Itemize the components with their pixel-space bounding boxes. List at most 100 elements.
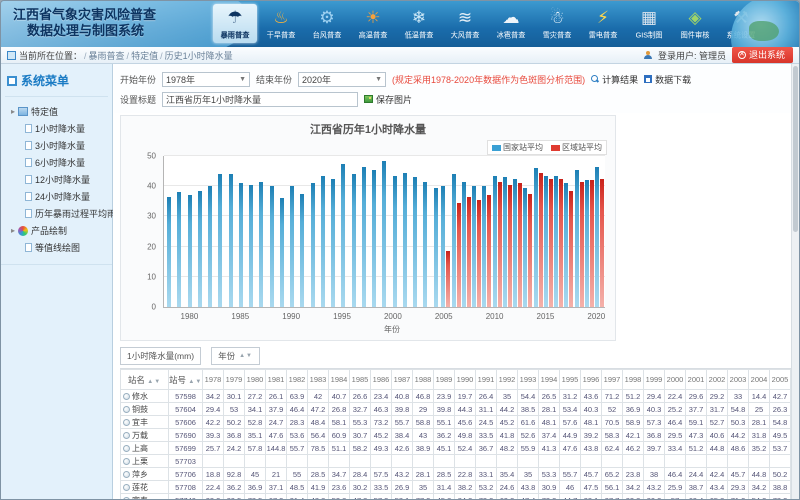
national-avg-bar	[270, 186, 274, 307]
value-cell: 48.4	[308, 416, 329, 429]
row-radio-button[interactable]	[123, 458, 130, 465]
start-year-label: 开始年份	[120, 73, 156, 86]
regional-avg-bar	[467, 197, 471, 307]
tree-leaf-label: 3小时降水量	[35, 139, 85, 152]
value-cell: 24.6	[497, 481, 518, 494]
unit-filter-button[interactable]: 1小时降水量(mm)	[120, 347, 201, 365]
vertical-scrollbar[interactable]	[791, 64, 799, 500]
row-radio-button[interactable]	[123, 445, 130, 452]
tree-leaf-item[interactable]: 24小时降水量	[5, 188, 108, 205]
regional-avg-bar	[508, 185, 512, 307]
chart-title-input[interactable]	[162, 92, 358, 107]
value-cell: 38.4	[392, 429, 413, 442]
nav-item-lightning[interactable]: ⚡雷电普查	[581, 4, 625, 43]
value-cell: 45.2	[371, 429, 392, 442]
bar-group-1988	[267, 156, 277, 307]
tree-leaf-item[interactable]: 6小时降水量	[5, 154, 108, 171]
table-row[interactable]: 上栗57703	[121, 455, 793, 468]
nav-item-gis-map[interactable]: ▦GIS制图	[627, 4, 671, 43]
tree-leaf-item[interactable]: 1小时降水量	[5, 120, 108, 137]
start-year-select[interactable]: 1978年▼	[162, 72, 250, 87]
nav-item-drought[interactable]: ♨干旱普查	[259, 4, 303, 43]
nav-item-hail[interactable]: ☁冰雹普查	[489, 4, 533, 43]
breadcrumb-item[interactable]: 历史1小时降水量	[165, 51, 233, 61]
row-radio-button[interactable]	[123, 484, 130, 491]
value-cell	[266, 455, 287, 468]
year-column-header: 1987	[392, 370, 413, 390]
row-radio-button[interactable]	[123, 497, 130, 500]
value-cell: 30.2	[350, 481, 371, 494]
value-cell	[434, 455, 455, 468]
value-cell: 24.5	[476, 416, 497, 429]
nav-item-cold[interactable]: ❄低温普查	[397, 4, 441, 43]
value-cell: 48.1	[539, 416, 560, 429]
table-row[interactable]: 万载5769039.336.835.147.653.656.460.930.74…	[121, 429, 793, 442]
value-cell	[392, 455, 413, 468]
value-cell: 43.6	[581, 390, 602, 403]
save-image-button[interactable]: 保存图片	[364, 93, 412, 106]
breadcrumb-item[interactable]: 特定值	[131, 51, 158, 61]
value-cell: 28.1	[413, 468, 434, 481]
vscroll-thumb[interactable]	[793, 66, 798, 232]
breadcrumb-separator: /	[127, 51, 130, 61]
tree-node-product-drawing[interactable]: ▸产品绘制	[5, 222, 108, 239]
nav-item-typhoon[interactable]: ⚙台风普查	[305, 4, 349, 43]
national-avg-bar	[441, 186, 445, 307]
value-cell: 41.8	[497, 429, 518, 442]
y-tick-label: 10	[147, 272, 156, 281]
breadcrumb-item[interactable]: 暴雨普查	[89, 51, 125, 61]
y-axis-ticks: 01020304050	[130, 156, 160, 307]
station-name-header[interactable]: 站名 ▲▼	[121, 370, 169, 390]
row-radio-button[interactable]	[123, 471, 130, 478]
row-radio-button[interactable]	[123, 419, 130, 426]
x-tick-label	[554, 312, 562, 321]
tree-leaf-item[interactable]: 3小时降水量	[5, 137, 108, 154]
value-cell	[686, 455, 707, 468]
end-year-label: 结束年份	[256, 73, 292, 86]
station-id-header[interactable]: 站号 ▲▼	[169, 370, 203, 390]
national-avg-bar	[534, 168, 538, 307]
page-icon	[25, 243, 32, 252]
nav-item-snow[interactable]: ☃雪灾普查	[535, 4, 579, 43]
bar-group-2006	[451, 156, 461, 307]
table-row[interactable]: 萍乡5770618.892.845215528.534.728.457.543.…	[121, 468, 793, 481]
nav-item-rain[interactable]: ☂暴雨普查	[213, 4, 257, 43]
tree-node-specific-values[interactable]: ▸特定值	[5, 103, 108, 120]
x-tick-label	[325, 312, 333, 321]
table-row[interactable]: 宜春5774023.339.578.567.321.448.852.847.85…	[121, 494, 793, 500]
cold-icon: ❄	[398, 6, 440, 30]
nav-item-wind[interactable]: ≋大风普查	[443, 4, 487, 43]
year-sort-control[interactable]: 年份▲▼	[211, 347, 260, 365]
value-cell: 84.3	[455, 494, 476, 500]
tree-expander-icon[interactable]: ▸	[11, 107, 15, 116]
nav-item-map-review[interactable]: ◈图件审核	[673, 4, 717, 43]
value-cell: 28.5	[308, 468, 329, 481]
x-tick-label	[563, 312, 571, 321]
table-row[interactable]: 莲花5770822.436.236.937.148.541.923.630.23…	[121, 481, 793, 494]
row-radio-button[interactable]	[123, 432, 130, 439]
end-year-select[interactable]: 2020年▼	[298, 72, 386, 87]
calc-result-button[interactable]: 计算结果	[591, 73, 638, 86]
tree-leaf-item[interactable]: 等值线绘图	[5, 239, 108, 256]
data-download-button[interactable]: 数据下载	[644, 73, 691, 86]
nav-item-heat[interactable]: ☀高温普查	[351, 4, 395, 43]
value-cell: 48.1	[581, 416, 602, 429]
value-cell: 53.3	[539, 468, 560, 481]
value-cell: 35	[497, 390, 518, 403]
logout-button[interactable]: ✕退出系统	[732, 47, 793, 63]
table-row[interactable]: 修水5759834.230.127.226.163.94240.726.623.…	[121, 390, 793, 403]
table-row[interactable]: 铜鼓5760429.45334.137.946.447.226.832.746.…	[121, 403, 793, 416]
value-cell: 23.4	[371, 390, 392, 403]
row-radio-button[interactable]	[123, 393, 130, 400]
value-cell: 53	[224, 403, 245, 416]
tree-leaf-item[interactable]: 历年暴雨过程平均雨量	[5, 205, 108, 222]
table-row[interactable]: 上高5769925.724.257.8144.855.778.551.158.2…	[121, 442, 793, 455]
x-tick-label	[477, 312, 485, 321]
tree-leaf-item[interactable]: 12小时降水量	[5, 171, 108, 188]
bar-group-1983	[215, 156, 225, 307]
x-tick-label	[223, 312, 231, 321]
tree-expander-icon[interactable]: ▸	[11, 226, 15, 235]
table-row[interactable]: 宜丰5760642.250.252.824.728.348.458.155.37…	[121, 416, 793, 429]
page-icon	[25, 192, 32, 201]
row-radio-button[interactable]	[123, 406, 130, 413]
